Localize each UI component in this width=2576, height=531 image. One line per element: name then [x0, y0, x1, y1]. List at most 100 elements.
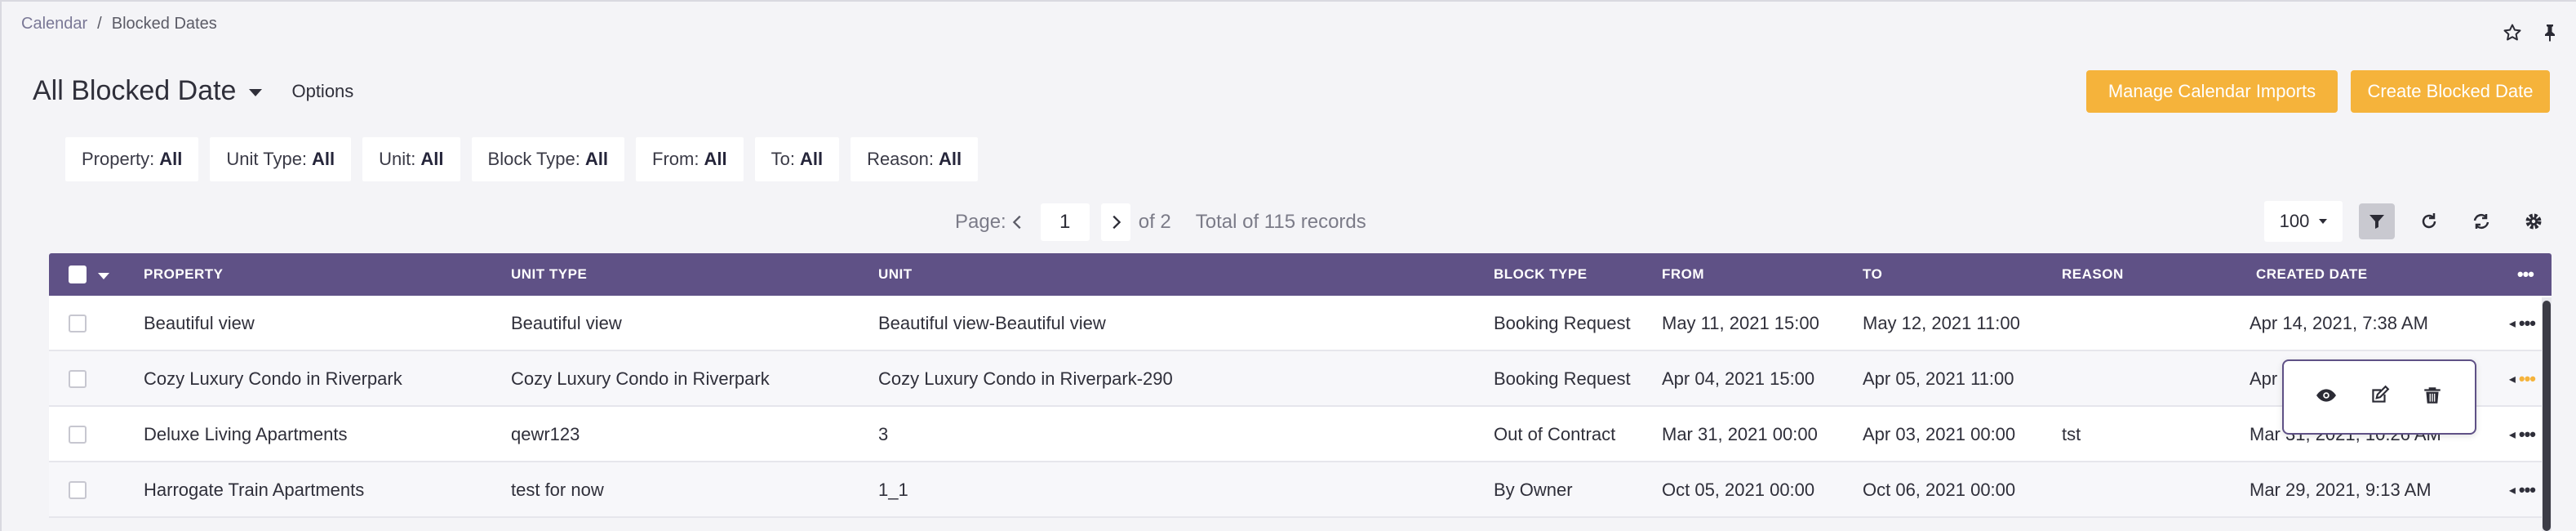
cell-to: May 12, 2021 11:00: [1863, 313, 2020, 333]
chevron-right-icon: [1113, 215, 1121, 230]
pin-icon[interactable]: [2540, 23, 2560, 47]
filter-toggle-button[interactable]: [2359, 203, 2395, 239]
cell-from: Apr 04, 2021 15:00: [1662, 368, 1815, 389]
table-row[interactable]: Harrogate Train Apartments test for now …: [49, 462, 2552, 518]
row-checkbox[interactable]: [69, 315, 87, 332]
filter-unit[interactable]: Unit: All: [362, 137, 460, 181]
cell-to: Apr 05, 2021 11:00: [1863, 368, 2014, 389]
header-more-icon[interactable]: •••: [2517, 253, 2534, 296]
trash-icon: [2423, 386, 2441, 404]
caret-left-icon: ◂: [2508, 317, 2516, 331]
page-count: of 2: [1138, 211, 1171, 233]
more-icon: •••: [2518, 424, 2536, 444]
breadcrumb-separator: /: [97, 15, 102, 33]
col-to[interactable]: TO: [1863, 253, 1882, 296]
chevron-down-icon: [2319, 219, 2328, 224]
cell-unit-type: Beautiful view: [511, 313, 622, 333]
manage-calendar-imports-button[interactable]: Manage Calendar Imports: [2086, 70, 2338, 113]
col-unit-type[interactable]: UNIT TYPE: [511, 253, 587, 296]
cell-unit-type: test for now: [511, 480, 604, 500]
caret-left-icon: ◂: [2508, 428, 2516, 442]
cell-to: Apr 03, 2021 00:00: [1863, 424, 2016, 444]
star-icon[interactable]: [2503, 23, 2522, 47]
delete-button[interactable]: [2422, 385, 2443, 410]
col-property[interactable]: PROPERTY: [144, 253, 224, 296]
cell-from: May 11, 2021 15:00: [1662, 313, 1819, 333]
filter-reason[interactable]: Reason: All: [851, 137, 979, 181]
table-row[interactable]: Deluxe Living Apartments qewr123 3 Out o…: [49, 407, 2552, 462]
cell-to: Oct 06, 2021 00:00: [1863, 480, 2016, 500]
page-title-row: All Blocked Date Options: [33, 75, 353, 107]
cell-unit: Beautiful view-Beautiful view: [878, 313, 1106, 333]
col-reason[interactable]: REASON: [2062, 253, 2124, 296]
cell-property: Cozy Luxury Condo in Riverpark: [144, 368, 402, 389]
table-row[interactable]: Cozy Luxury Condo in Riverpark Cozy Luxu…: [49, 351, 2552, 407]
view-button[interactable]: [2316, 385, 2337, 410]
cell-unit-type: Cozy Luxury Condo in Riverpark: [511, 368, 770, 389]
cell-block-type: By Owner: [1494, 480, 1573, 500]
col-created-date[interactable]: CREATED DATE: [2256, 253, 2368, 296]
pagination: Page: 1 of 2 Total of 115 records: [955, 203, 1366, 242]
more-icon: •••: [2518, 480, 2536, 500]
chevron-left-icon: [1012, 215, 1021, 230]
scrollbar-thumb[interactable]: [2543, 301, 2551, 531]
breadcrumb: Calendar / Blocked Dates: [21, 15, 217, 33]
prev-page-button[interactable]: [1006, 203, 1029, 241]
next-page-button[interactable]: [1100, 203, 1130, 241]
cell-unit: Cozy Luxury Condo in Riverpark-290: [878, 368, 1173, 389]
sync-button[interactable]: [2463, 203, 2499, 239]
filter-bar: Property: All Unit Type: All Unit: All Bloc…: [65, 137, 979, 181]
caret-left-icon: ◂: [2508, 484, 2516, 498]
col-block-type[interactable]: BLOCK TYPE: [1494, 253, 1588, 296]
blocked-dates-table: PROPERTY UNIT TYPE UNIT BLOCK TYPE FROM …: [49, 253, 2552, 518]
cell-created-date: Apr: [2250, 368, 2278, 389]
cell-block-type: Booking Request: [1494, 368, 1631, 389]
refresh-button[interactable]: [2411, 203, 2447, 239]
options-button[interactable]: Options: [291, 81, 353, 102]
breadcrumb-current: Blocked Dates: [111, 15, 217, 33]
row-checkbox[interactable]: [69, 481, 87, 499]
top-icons: [2503, 23, 2560, 47]
table-tools: 100: [2264, 201, 2552, 242]
table-scrollbar[interactable]: [2542, 297, 2552, 531]
caret-left-icon: ◂: [2508, 373, 2516, 386]
filter-to[interactable]: To: All: [754, 137, 840, 181]
cell-unit: 1_1: [878, 480, 908, 500]
create-blocked-date-button[interactable]: Create Blocked Date: [2351, 70, 2550, 113]
more-icon: •••: [2518, 313, 2536, 333]
page-number-input[interactable]: 1: [1040, 203, 1090, 241]
row-actions-popover: [2282, 359, 2476, 435]
row-actions-button[interactable]: ◂ •••: [2508, 351, 2536, 407]
filter-from[interactable]: From: All: [636, 137, 744, 181]
cell-unit: 3: [878, 424, 889, 444]
filter-property[interactable]: Property: All: [65, 137, 199, 181]
table-row[interactable]: Beautiful view Beautiful view Beautiful …: [49, 296, 2552, 351]
cell-unit-type: qewr123: [511, 424, 580, 444]
chevron-down-icon[interactable]: [249, 89, 263, 96]
page-size-select[interactable]: 100: [2264, 201, 2343, 242]
filter-unit-type[interactable]: Unit Type: All: [210, 137, 352, 181]
page-title[interactable]: All Blocked Date: [33, 75, 236, 107]
refresh-icon: [2422, 213, 2436, 229]
total-records: Total of 115 records: [1195, 211, 1366, 233]
cell-reason: tst: [2062, 424, 2081, 444]
settings-button[interactable]: [2516, 203, 2552, 239]
cell-from: Mar 31, 2021 00:00: [1662, 424, 1818, 444]
cell-created-date: Mar 29, 2021, 9:13 AM: [2250, 480, 2432, 500]
select-all-checkbox[interactable]: [69, 253, 87, 296]
row-checkbox[interactable]: [69, 426, 87, 444]
row-actions-button[interactable]: ◂ •••: [2508, 296, 2536, 351]
breadcrumb-calendar-link[interactable]: Calendar: [21, 15, 87, 33]
row-checkbox[interactable]: [69, 370, 87, 388]
filter-block-type[interactable]: Block Type: All: [471, 137, 624, 181]
table-header: PROPERTY UNIT TYPE UNIT BLOCK TYPE FROM …: [49, 253, 2552, 296]
row-actions-button[interactable]: ◂ •••: [2508, 407, 2536, 462]
sync-icon: [2473, 213, 2489, 230]
row-actions-button[interactable]: ◂ •••: [2508, 462, 2536, 518]
edit-button[interactable]: [2369, 385, 2390, 410]
col-from[interactable]: FROM: [1662, 253, 1704, 296]
cell-block-type: Booking Request: [1494, 313, 1631, 333]
cell-created-date: Apr 14, 2021, 7:38 AM: [2250, 313, 2428, 333]
select-menu-chevron[interactable]: [98, 253, 109, 296]
col-unit[interactable]: UNIT: [878, 253, 913, 296]
